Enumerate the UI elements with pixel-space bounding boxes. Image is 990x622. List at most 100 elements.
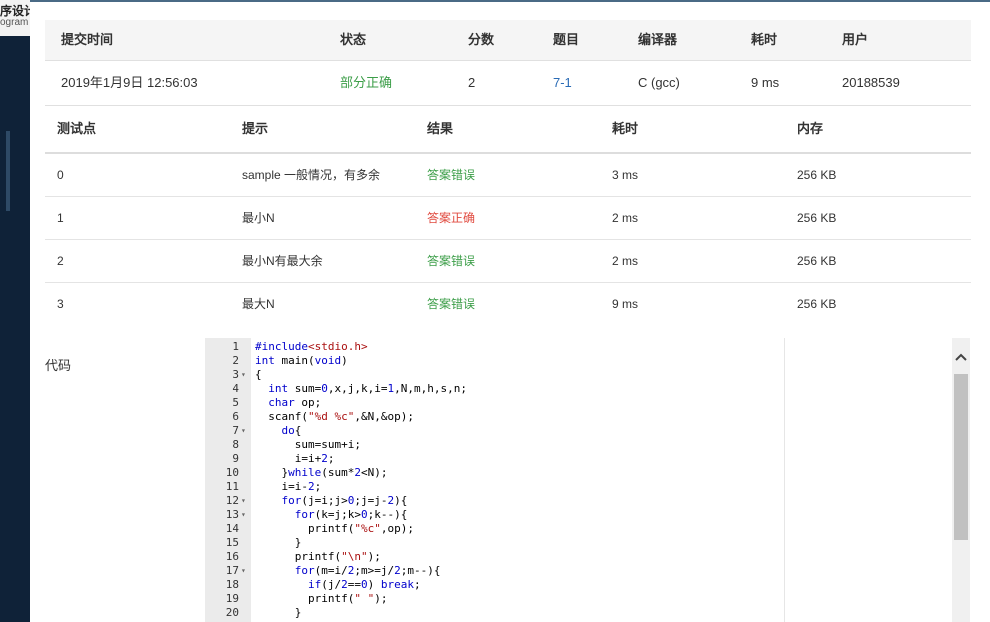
test-result: 答案错误 bbox=[427, 168, 476, 182]
test-memory: 256 KB bbox=[797, 211, 837, 225]
code-text: sum=sum+i; bbox=[255, 438, 361, 451]
header-submit-time: 提交时间 bbox=[61, 32, 114, 47]
header-hint: 提示 bbox=[242, 121, 269, 136]
line-number: 9 bbox=[232, 452, 239, 465]
code-line[interactable]: 6 scanf("%d %c",&N,&op); bbox=[205, 410, 784, 424]
code-line[interactable]: 14 printf("%c",op); bbox=[205, 522, 784, 536]
header-time: 耗时 bbox=[612, 121, 639, 136]
line-number: 7 bbox=[232, 424, 239, 437]
fold-triangle-icon[interactable]: ▾ bbox=[241, 424, 249, 438]
code-text: for(j=i;j>0;j=j-2){ bbox=[281, 494, 408, 507]
line-number: 19 bbox=[225, 592, 239, 605]
code-line[interactable]: 13 ▾ for(k=j;k>0;k--){ bbox=[205, 508, 784, 522]
line-number: 18 bbox=[225, 578, 239, 591]
code-text: printf("\n"); bbox=[255, 550, 381, 563]
submission-row: 2019年1月9日 12:56:03 部分正确 2 7-1 C (gcc) 9 … bbox=[45, 61, 971, 106]
code-text: }while(sum*2<N); bbox=[255, 466, 388, 479]
header-score: 分数 bbox=[468, 32, 495, 47]
code-line[interactable]: 16 printf("\n"); bbox=[205, 550, 784, 564]
code-text: } bbox=[255, 606, 302, 619]
test-points-table: 测试点 提示 结果 耗时 内存 0 sample 一般情况，有多余 答案错误 3… bbox=[45, 106, 971, 325]
code-text: do{ bbox=[281, 424, 302, 437]
code-scrollbar[interactable] bbox=[952, 338, 970, 622]
code-text: for(m=i/2;m>=j/2;m--){ bbox=[294, 564, 441, 577]
header-test-point: 测试点 bbox=[57, 121, 97, 136]
code-line[interactable]: 2 int main(void) bbox=[205, 354, 784, 368]
test-hint: 最小N有最大余 bbox=[242, 254, 323, 268]
test-memory: 256 KB bbox=[797, 297, 837, 311]
header-compiler: 编译器 bbox=[638, 32, 678, 47]
code-line[interactable]: 5 char op; bbox=[205, 396, 784, 410]
code-text: printf("%c",op); bbox=[255, 522, 414, 535]
line-number: 10 bbox=[225, 466, 239, 479]
test-row: 1 最小N 答案正确 2 ms 256 KB bbox=[45, 197, 971, 240]
status-badge: 部分正确 bbox=[340, 75, 393, 90]
code-line[interactable]: 7 ▾ do{ bbox=[205, 424, 784, 438]
scrollbar-thumb[interactable] bbox=[954, 374, 968, 540]
fold-triangle-icon[interactable]: ▾ bbox=[241, 564, 249, 578]
line-number: 11 bbox=[225, 480, 239, 493]
code-line[interactable]: 15 } bbox=[205, 536, 784, 550]
header-result: 结果 bbox=[427, 121, 454, 136]
code-text: } bbox=[255, 536, 302, 549]
test-id: 3 bbox=[57, 297, 64, 311]
code-line[interactable]: 11 i=i-2; bbox=[205, 480, 784, 494]
test-row: 2 最小N有最大余 答案错误 2 ms 256 KB bbox=[45, 240, 971, 283]
line-number: 14 bbox=[225, 522, 239, 535]
code-text: { bbox=[255, 368, 262, 381]
test-hint: 最大N bbox=[242, 297, 275, 311]
code-line[interactable]: 18 if(j/2==0) break; bbox=[205, 578, 784, 592]
code-line[interactable]: 10 }while(sum*2<N); bbox=[205, 466, 784, 480]
fold-triangle-icon[interactable]: ▾ bbox=[241, 508, 249, 522]
test-hint: sample 一般情况，有多余 bbox=[242, 168, 381, 182]
test-table-header: 测试点 提示 结果 耗时 内存 bbox=[45, 106, 971, 154]
code-line[interactable]: 9 i=i+2; bbox=[205, 452, 784, 466]
background-sidebar bbox=[0, 36, 30, 622]
header-status: 状态 bbox=[340, 32, 367, 47]
code-line[interactable]: 3 ▾ { bbox=[205, 368, 784, 382]
submit-time: 2019年1月9日 12:56:03 bbox=[61, 75, 198, 90]
test-result: 答案错误 bbox=[427, 297, 476, 311]
submission-table-header: 提交时间 状态 分数 题目 编译器 耗时 用户 bbox=[45, 20, 971, 61]
test-time: 2 ms bbox=[612, 211, 639, 225]
code-text: i=i-2; bbox=[255, 480, 322, 493]
line-number: 17 bbox=[225, 564, 239, 577]
code-line[interactable]: 19 printf(" "); bbox=[205, 592, 784, 606]
code-line[interactable]: 4 int sum=0,x,j,k,i=1,N,m,h,s,n; bbox=[205, 382, 784, 396]
background-header: 序设计 ogram bbox=[0, 0, 30, 36]
code-text: i=i+2; bbox=[255, 452, 335, 465]
background-sidebar-highlight bbox=[6, 131, 10, 211]
code-text: int sum=0,x,j,k,i=1,N,m,h,s,n; bbox=[268, 382, 467, 395]
submission-table: 提交时间 状态 分数 题目 编译器 耗时 用户 2019年1月9日 12:56:… bbox=[45, 20, 971, 106]
test-time: 3 ms bbox=[612, 168, 639, 182]
code-editor[interactable]: 1 #include<stdio.h> 2 int main(void) 3 ▾{4 in… bbox=[205, 338, 785, 622]
line-number: 13 bbox=[225, 508, 239, 521]
line-number: 2 bbox=[232, 354, 239, 367]
fold-triangle-icon[interactable]: ▾ bbox=[241, 368, 249, 382]
test-row: 0 sample 一般情况，有多余 答案错误 3 ms 256 KB bbox=[45, 154, 971, 197]
background-subtitle: ogram bbox=[0, 17, 29, 28]
code-line[interactable]: 8 sum=sum+i; bbox=[205, 438, 784, 452]
code-line[interactable]: 12 ▾ for(j=i;j>0;j=j-2){ bbox=[205, 494, 784, 508]
test-id: 2 bbox=[57, 254, 64, 268]
line-number: 15 bbox=[225, 536, 239, 549]
test-time: 2 ms bbox=[612, 254, 639, 268]
line-number: 3 bbox=[232, 368, 239, 381]
code-text: scanf("%d %c",&N,&op); bbox=[255, 410, 414, 423]
code-text: for(k=j;k>0;k--){ bbox=[294, 508, 408, 521]
fold-triangle-icon[interactable]: ▾ bbox=[241, 494, 249, 508]
user-value: 20188539 bbox=[842, 75, 900, 90]
chevron-up-icon[interactable] bbox=[952, 338, 970, 374]
line-number: 1 bbox=[232, 340, 239, 353]
code-label: 代码 bbox=[45, 358, 72, 373]
code-text: printf(" "); bbox=[255, 592, 388, 605]
code-line[interactable]: 20 } bbox=[205, 606, 784, 620]
submission-detail-modal: 提交时间 状态 分数 题目 编译器 耗时 用户 2019年1月9日 12:56:… bbox=[30, 2, 990, 622]
problem-link[interactable]: 7-1 bbox=[553, 61, 572, 105]
header-user: 用户 bbox=[842, 32, 869, 47]
line-number: 8 bbox=[232, 438, 239, 451]
code-line[interactable]: 17 ▾ for(m=i/2;m>=j/2;m--){ bbox=[205, 564, 784, 578]
line-number: 5 bbox=[232, 396, 239, 409]
code-line[interactable]: 1 #include<stdio.h> bbox=[205, 340, 784, 354]
duration-value: 9 ms bbox=[751, 75, 780, 90]
